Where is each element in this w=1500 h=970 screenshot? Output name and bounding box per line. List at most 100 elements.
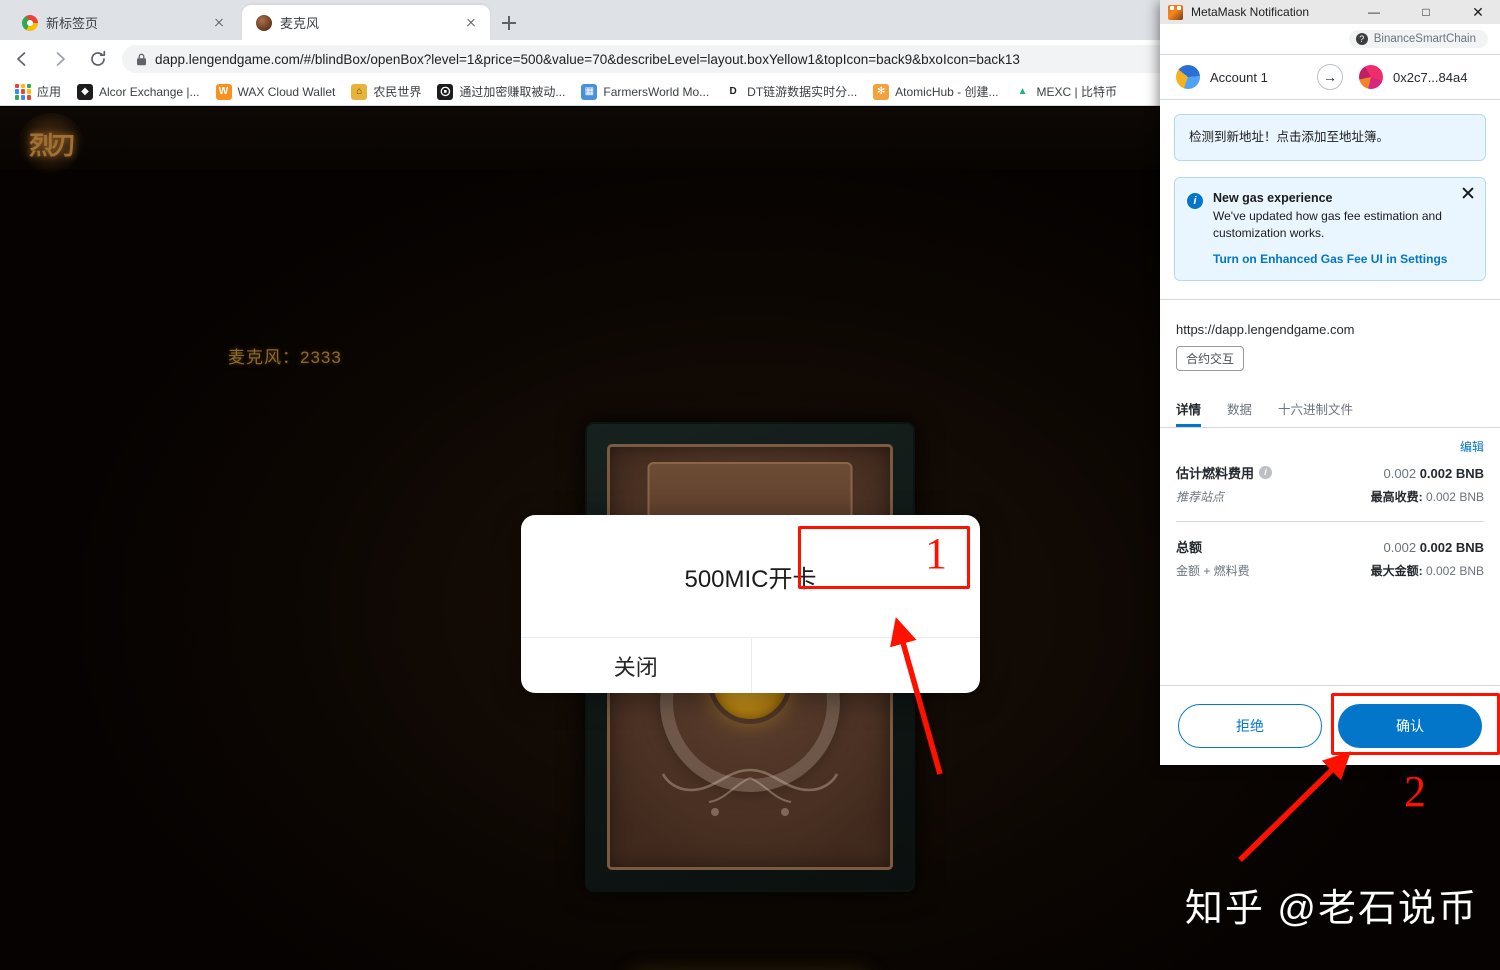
total-block: 总额 0.002 0.002 BNB 金额 + 燃料费 最大金额: 0.002 … [1160, 522, 1500, 579]
modal-title: 500MIC开卡 [684, 565, 817, 593]
to-account-address: 0x2c7...84a4 [1393, 69, 1468, 85]
modal-confirm-button[interactable] [750, 638, 981, 693]
annotation-step-two: 2 [1404, 767, 1426, 816]
gas-notice-title: New gas experience [1213, 190, 1333, 205]
gas-fee-block: 估计燃料费用 i 0.002 0.002 BNB 推荐站点 最高收费: 0.00… [1160, 455, 1500, 505]
edit-row: 编辑 [1160, 428, 1500, 455]
annotation-step-one: 1 [925, 529, 947, 578]
address-bar-url: dapp.lengendgame.com/#/blindBox/openBox?… [155, 51, 1020, 67]
maximize-button[interactable]: □ [1404, 0, 1448, 24]
bookmark-apps[interactable]: 应用 [8, 80, 68, 103]
padlock-icon [137, 53, 146, 65]
gas-experience-notice: i New gas experience We've updated how g… [1174, 176, 1486, 281]
bookmark-favicon-icon: ✻ [873, 83, 890, 100]
bookmark-item[interactable]: ▦ FarmersWorld Mo... [574, 81, 716, 103]
browser-tab-game[interactable]: 麦克风 [242, 5, 490, 40]
back-arrow-icon[interactable] [6, 43, 38, 75]
bookmark-favicon-icon: ⌂ [351, 83, 368, 100]
bookmark-favicon-icon: W [215, 83, 232, 100]
tab-close-icon[interactable] [210, 14, 228, 32]
bookmark-favicon-icon: ▲ [1014, 83, 1031, 100]
edit-gas-link[interactable]: 编辑 [1460, 440, 1484, 454]
mic-balance-label: 麦克风：2333 [228, 348, 342, 367]
reload-icon[interactable] [82, 43, 114, 75]
avatar [1359, 65, 1383, 89]
network-status-icon: ? [1355, 33, 1368, 45]
gas-fee-value-bold: 0.002 BNB [1419, 465, 1484, 481]
total-breakdown: 金额 + 燃料费 [1176, 563, 1250, 578]
tab-hex[interactable]: 十六进制文件 [1278, 399, 1353, 427]
account-transfer-row: Account 1 → 0x2c7...84a4 [1160, 54, 1500, 100]
metamask-body: 检测到新地址！点击添加至地址簿。 i New gas experience We… [1160, 100, 1500, 685]
total-line: 总额 0.002 0.002 BNB [1176, 537, 1484, 556]
bookmark-label: 应用 [37, 85, 62, 99]
to-account[interactable]: 0x2c7...84a4 [1343, 65, 1500, 89]
gas-notice-link[interactable]: Turn on Enhanced Gas Fee UI in Settings [1213, 252, 1473, 266]
tab-title: 新标签页 [46, 16, 99, 31]
bookmark-item[interactable]: ✻ AtomicHub - 创建... [866, 80, 1005, 103]
tab-details[interactable]: 详情 [1176, 399, 1201, 427]
minimize-button[interactable]: — [1352, 0, 1396, 24]
bookmark-item[interactable]: W WAX Cloud Wallet [209, 81, 343, 103]
detail-tabs: 详情 数据 十六进制文件 [1160, 385, 1500, 428]
confirm-button[interactable]: 确认 [1338, 703, 1482, 748]
game-logo: 烈刃 [18, 113, 84, 175]
bookmark-item[interactable]: ⨀ 通过加密赚取被动... [430, 80, 572, 103]
gas-fee-site-recommend: 推荐站点 [1176, 489, 1225, 504]
new-tab-button[interactable] [497, 11, 521, 35]
bookmark-item[interactable]: ⌂ 农民世界 [344, 80, 428, 103]
forward-arrow-icon[interactable] [44, 43, 76, 75]
total-label: 总额 [1176, 539, 1203, 555]
network-selector[interactable]: ? BinanceSmartChain [1348, 30, 1488, 48]
bookmark-favicon-icon: ⨀ [437, 83, 454, 100]
gas-fee-max-value: 0.002 BNB [1425, 489, 1484, 504]
open-card-modal: 500MIC开卡 关闭 [521, 515, 980, 693]
gas-fee-label-wrap: 估计燃料费用 i [1176, 463, 1273, 482]
modal-close-button[interactable]: 关闭 [521, 638, 751, 693]
metamask-titlebar: MetaMask Notification — □ ✕ [1160, 0, 1500, 24]
bookmark-favicon-icon: ◆ [77, 83, 94, 100]
close-icon[interactable] [1461, 186, 1475, 200]
chrome-favicon-icon [22, 14, 38, 31]
total-max: 最大金额: 0.002 BNB [1371, 562, 1484, 579]
total-max-label: 最大金额: [1370, 563, 1423, 578]
bookmark-label: 通过加密赚取被动... [459, 85, 566, 99]
origin-url: https://dapp.lengendgame.com [1176, 321, 1355, 337]
avatar [1176, 65, 1200, 89]
gas-fee-label: 估计燃料费用 [1176, 465, 1255, 481]
network-row: ? BinanceSmartChain [1160, 24, 1500, 54]
bookmark-label: FarmersWorld Mo... [603, 84, 710, 99]
tab-title: 麦克风 [280, 16, 320, 31]
info-icon[interactable]: i [1259, 465, 1273, 479]
gas-fee-value-dim: 0.002 [1383, 465, 1417, 481]
card-flourish-bottom-icon [661, 768, 839, 816]
minimize-icon: — [1368, 5, 1380, 19]
watermark: 知乎 @老石说币 [1184, 888, 1478, 930]
tab-close-icon[interactable] [462, 14, 480, 32]
tab-data[interactable]: 数据 [1227, 399, 1252, 427]
modal-actions: 关闭 [521, 637, 980, 693]
bookmark-label: Alcor Exchange |... [99, 84, 200, 99]
metamask-footer: 拒绝 确认 [1160, 685, 1500, 765]
info-icon: i [1187, 192, 1203, 209]
bookmark-label: MEXC | 比特币 [1036, 85, 1117, 99]
from-account[interactable]: Account 1 [1160, 65, 1317, 89]
bookmark-label: WAX Cloud Wallet [237, 84, 336, 99]
gas-notice-description: We've updated how gas fee estimation and… [1213, 208, 1442, 241]
bookmark-item[interactable]: ◆ Alcor Exchange |... [70, 81, 207, 103]
bookmark-item[interactable]: ▲ MEXC | 比特币 [1008, 80, 1124, 103]
total-value: 0.002 0.002 BNB [1384, 540, 1484, 555]
origin-section: https://dapp.lengendgame.com 合约交互 [1160, 298, 1500, 371]
reject-button[interactable]: 拒绝 [1178, 703, 1323, 748]
close-icon: ✕ [1472, 4, 1484, 20]
new-address-alert[interactable]: 检测到新地址！点击添加至地址簿。 [1174, 114, 1486, 161]
bookmark-favicon-icon: D [725, 83, 742, 100]
transfer-arrow-icon: → [1317, 64, 1343, 90]
close-button[interactable]: ✕ [1456, 0, 1500, 24]
maximize-icon: □ [1422, 5, 1430, 19]
gas-fee-max-label: 最高收费: [1370, 489, 1423, 504]
total-subline: 金额 + 燃料费 最大金额: 0.002 BNB [1176, 562, 1484, 579]
bookmark-item[interactable]: D DT链游数据实时分... [718, 80, 864, 103]
metamask-notification-window: MetaMask Notification — □ ✕ ? BinanceSma… [1160, 0, 1500, 765]
browser-tab-new[interactable]: 新标签页 [8, 5, 238, 40]
